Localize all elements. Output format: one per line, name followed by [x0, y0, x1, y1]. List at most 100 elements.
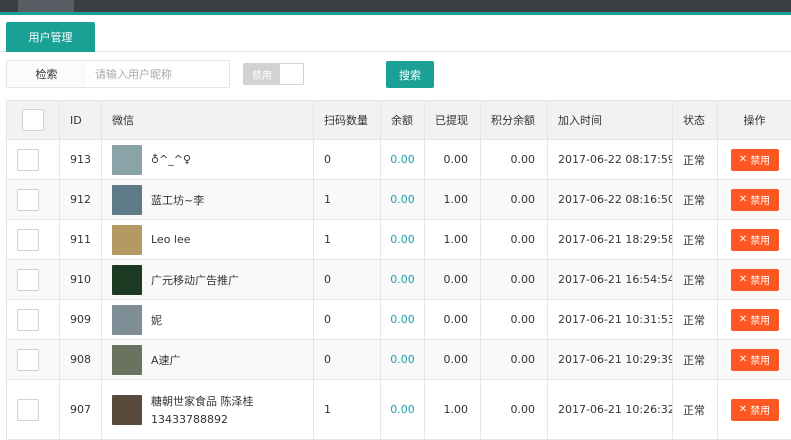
table-row: 911Leo lee10.001.000.002017-06-21 18:29:… [7, 220, 791, 260]
cell-wechat: 妮 [102, 300, 314, 340]
row-checkbox[interactable] [17, 269, 39, 291]
avatar [112, 225, 142, 255]
cell-points-balance: 0.00 [481, 300, 548, 340]
header-wechat: 微信 [102, 101, 314, 140]
top-bar-tab[interactable] [18, 0, 74, 12]
cell-status: 正常 [673, 340, 718, 380]
cell-actions: ✕禁用 [718, 140, 791, 180]
ban-button[interactable]: ✕禁用 [731, 229, 779, 251]
row-checkbox[interactable] [17, 399, 39, 421]
disabled-toggle[interactable]: 禁用 [243, 63, 304, 85]
ban-button[interactable]: ✕禁用 [731, 269, 779, 291]
header-withdrawn: 已提现 [425, 101, 481, 140]
row-checkbox[interactable] [17, 309, 39, 331]
search-label: 检索 [6, 60, 87, 88]
header-join-time: 加入时间 [548, 101, 673, 140]
header-points-balance: 积分余额 [481, 101, 548, 140]
row-select-cell [7, 340, 60, 380]
tab-user-management[interactable]: 用户管理 [6, 22, 95, 52]
row-checkbox[interactable] [17, 189, 39, 211]
ban-button-label: 禁用 [750, 312, 770, 327]
wechat-nickname: 蓝工坊~李 [151, 192, 204, 208]
cell-withdrawn: 0.00 [425, 140, 481, 180]
cell-scan-count: 1 [314, 380, 381, 440]
wechat-nickname: Leo lee [151, 233, 191, 246]
header-scan-count: 扫码数量 [314, 101, 381, 140]
cell-wechat: 广元移动广告推广 [102, 260, 314, 300]
avatar [112, 395, 142, 425]
tab-bar: 用户管理 [0, 15, 791, 52]
table-row: 907糖朝世家食品 陈泽桂1343378889210.001.000.00201… [7, 380, 791, 440]
table-header: ID 微信 扫码数量 余额 已提现 积分余额 加入时间 状态 操作 [7, 101, 791, 140]
cell-withdrawn: 1.00 [425, 220, 481, 260]
cell-actions: ✕禁用 [718, 260, 791, 300]
wechat-nickname-line2: 13433788892 [151, 413, 254, 426]
cell-actions: ✕禁用 [718, 340, 791, 380]
row-checkbox[interactable] [17, 349, 39, 371]
ban-button[interactable]: ✕禁用 [731, 349, 779, 371]
cell-wechat: A速广 [102, 340, 314, 380]
cell-points-balance: 0.00 [481, 180, 548, 220]
wechat-nickname: A速广 [151, 352, 181, 368]
cell-withdrawn: 0.00 [425, 260, 481, 300]
row-select-cell [7, 180, 60, 220]
cell-join-time: 2017-06-21 18:29:58 [548, 220, 673, 260]
table-row: 913♁^_^♀00.000.000.002017-06-22 08:17:59… [7, 140, 791, 180]
user-table: ID 微信 扫码数量 余额 已提现 积分余额 加入时间 状态 操作 913♁^_… [6, 100, 791, 440]
top-bar [0, 0, 791, 12]
cell-id: 913 [60, 140, 102, 180]
header-actions: 操作 [718, 101, 791, 140]
cell-withdrawn: 0.00 [425, 340, 481, 380]
avatar [112, 145, 142, 175]
cell-scan-count: 0 [314, 340, 381, 380]
ban-button[interactable]: ✕禁用 [731, 309, 779, 331]
cell-status: 正常 [673, 180, 718, 220]
table-row: 912蓝工坊~李10.001.000.002017-06-22 08:16:50… [7, 180, 791, 220]
ban-button-label: 禁用 [750, 152, 770, 167]
search-input[interactable] [86, 60, 230, 88]
cell-join-time: 2017-06-21 10:26:32 [548, 380, 673, 440]
cell-actions: ✕禁用 [718, 220, 791, 260]
header-select-all[interactable] [7, 101, 60, 140]
cell-points-balance: 0.00 [481, 380, 548, 440]
ban-button[interactable]: ✕禁用 [731, 189, 779, 211]
cell-balance: 0.00 [381, 260, 425, 300]
cell-id: 907 [60, 380, 102, 440]
ban-button-label: 禁用 [750, 192, 770, 207]
row-checkbox[interactable] [17, 149, 39, 171]
cell-status: 正常 [673, 140, 718, 180]
ban-button[interactable]: ✕禁用 [731, 149, 779, 171]
cell-withdrawn: 1.00 [425, 380, 481, 440]
close-icon: ✕ [739, 194, 747, 205]
cell-actions: ✕禁用 [718, 300, 791, 340]
toggle-knob: 禁用 [244, 64, 280, 84]
search-button[interactable]: 搜索 [386, 61, 434, 88]
wechat-nickname: 妮 [151, 312, 162, 328]
cell-scan-count: 0 [314, 300, 381, 340]
ban-button[interactable]: ✕禁用 [731, 399, 779, 421]
cell-join-time: 2017-06-21 16:54:54 [548, 260, 673, 300]
ban-button-label: 禁用 [750, 352, 770, 367]
row-select-cell [7, 380, 60, 440]
cell-join-time: 2017-06-21 10:31:53 [548, 300, 673, 340]
cell-id: 909 [60, 300, 102, 340]
select-all-checkbox[interactable] [22, 109, 44, 131]
row-select-cell [7, 220, 60, 260]
cell-status: 正常 [673, 380, 718, 440]
cell-join-time: 2017-06-22 08:16:50 [548, 180, 673, 220]
row-checkbox[interactable] [17, 229, 39, 251]
cell-points-balance: 0.00 [481, 340, 548, 380]
close-icon: ✕ [739, 274, 747, 285]
cell-balance: 0.00 [381, 140, 425, 180]
row-select-cell [7, 260, 60, 300]
cell-wechat: 糖朝世家食品 陈泽桂13433788892 [102, 380, 314, 440]
cell-scan-count: 1 [314, 180, 381, 220]
cell-scan-count: 0 [314, 140, 381, 180]
cell-wechat: 蓝工坊~李 [102, 180, 314, 220]
cell-status: 正常 [673, 300, 718, 340]
close-icon: ✕ [739, 314, 747, 325]
cell-balance: 0.00 [381, 220, 425, 260]
header-status: 状态 [673, 101, 718, 140]
cell-id: 910 [60, 260, 102, 300]
avatar [112, 345, 142, 375]
